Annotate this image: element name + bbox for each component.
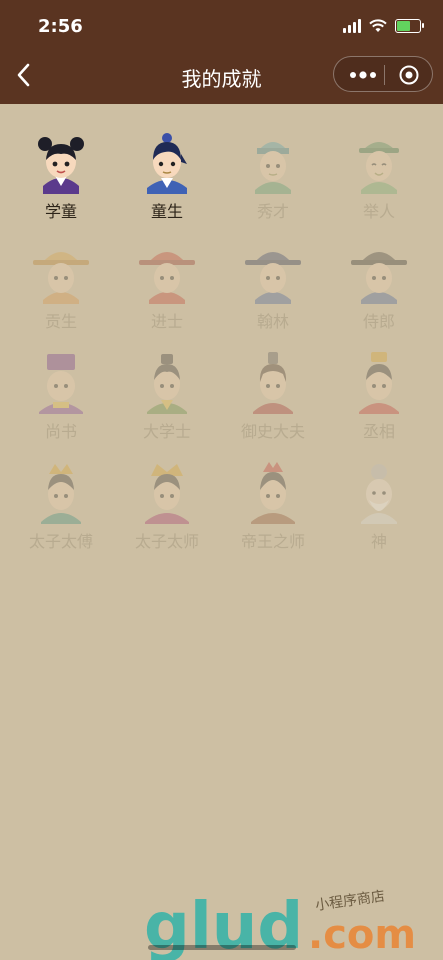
achievement-grid: 学童 童生 秀才 举人 贡生 进士 翰林 侍郎 尚书 大学士 御史大夫 丞相 太… xyxy=(8,130,435,556)
deity-avatar-icon xyxy=(361,464,397,524)
achievement-name: 丞相 xyxy=(362,422,395,441)
achievement-item[interactable]: 太子太傅 xyxy=(8,460,114,556)
achievement-name: 帝王之师 xyxy=(240,532,305,551)
xiucai-avatar-icon xyxy=(255,142,291,194)
jinshi-avatar-icon xyxy=(139,252,195,304)
achievement-name: 神 xyxy=(370,532,387,551)
achievement-item[interactable]: 秀才 xyxy=(220,130,326,226)
status-icons xyxy=(343,19,424,33)
daxueshi-avatar-icon xyxy=(147,354,187,414)
achievement-name: 侍郎 xyxy=(362,312,395,331)
achievement-name: 太子太师 xyxy=(134,532,199,551)
scholar-youth-avatar-icon xyxy=(147,133,187,194)
shangshu-avatar-icon xyxy=(39,354,83,414)
capsule-divider xyxy=(384,65,385,85)
achievement-item[interactable]: 太子太师 xyxy=(114,460,220,556)
signal-icon xyxy=(343,19,361,33)
chengxiang-avatar-icon xyxy=(359,352,399,414)
more-icon[interactable] xyxy=(348,67,378,83)
watermark-suffix: .com xyxy=(308,912,416,958)
achievement-name: 贡生 xyxy=(44,312,77,331)
achievement-item[interactable]: 举人 xyxy=(326,130,432,226)
status-bar: 2:56 xyxy=(0,14,443,40)
close-circle-icon[interactable] xyxy=(398,64,420,86)
taizi-taifu-avatar-icon xyxy=(41,464,81,524)
juren-avatar-icon xyxy=(359,142,399,194)
achievement-item[interactable]: 翰林 xyxy=(220,240,326,336)
watermark-tagline: 小程序商店 xyxy=(314,888,386,914)
achievement-item[interactable]: 帝王之师 xyxy=(220,460,326,556)
top-bar: 2:56 我的成就 xyxy=(0,0,443,104)
gongsheng-avatar-icon xyxy=(33,252,89,304)
mini-program-capsule xyxy=(333,56,433,92)
yushi-dafu-avatar-icon xyxy=(253,352,293,414)
achievement-item[interactable]: 神 xyxy=(326,460,432,556)
achievement-item[interactable]: 贡生 xyxy=(8,240,114,336)
achievement-name: 学童 xyxy=(44,202,77,221)
achievement-name: 大学士 xyxy=(142,422,191,441)
hanlin-avatar-icon xyxy=(245,252,301,304)
achievement-name: 秀才 xyxy=(256,202,289,221)
battery-icon xyxy=(395,19,424,33)
achievement-name: 进士 xyxy=(150,312,183,331)
achievement-name: 尚书 xyxy=(44,422,77,441)
achievement-name: 举人 xyxy=(362,202,395,221)
achievement-item[interactable]: 侍郎 xyxy=(326,240,432,336)
achievement-item[interactable]: 大学士 xyxy=(114,350,220,446)
achievement-item[interactable]: 御史大夫 xyxy=(220,350,326,446)
achievement-item[interactable]: 尚书 xyxy=(8,350,114,446)
achievement-name: 翰林 xyxy=(256,312,289,331)
scholar-child-avatar-icon xyxy=(38,137,84,194)
achievement-name: 御史大夫 xyxy=(240,422,305,441)
wifi-icon xyxy=(369,19,387,32)
taizi-taishi-avatar-icon xyxy=(145,464,189,524)
achievement-item[interactable]: 丞相 xyxy=(326,350,432,446)
status-time: 2:56 xyxy=(38,16,83,37)
diwang-zhishi-avatar-icon xyxy=(251,462,295,524)
achievement-item[interactable]: 童生 xyxy=(114,130,220,226)
nav-bar: 我的成就 xyxy=(0,50,443,104)
achievement-item[interactable]: 进士 xyxy=(114,240,220,336)
achievement-item[interactable]: 学童 xyxy=(8,130,114,226)
achievement-name: 太子太傅 xyxy=(28,532,93,551)
shilang-avatar-icon xyxy=(351,252,407,304)
home-indicator xyxy=(148,945,296,950)
achievement-name: 童生 xyxy=(150,202,183,221)
